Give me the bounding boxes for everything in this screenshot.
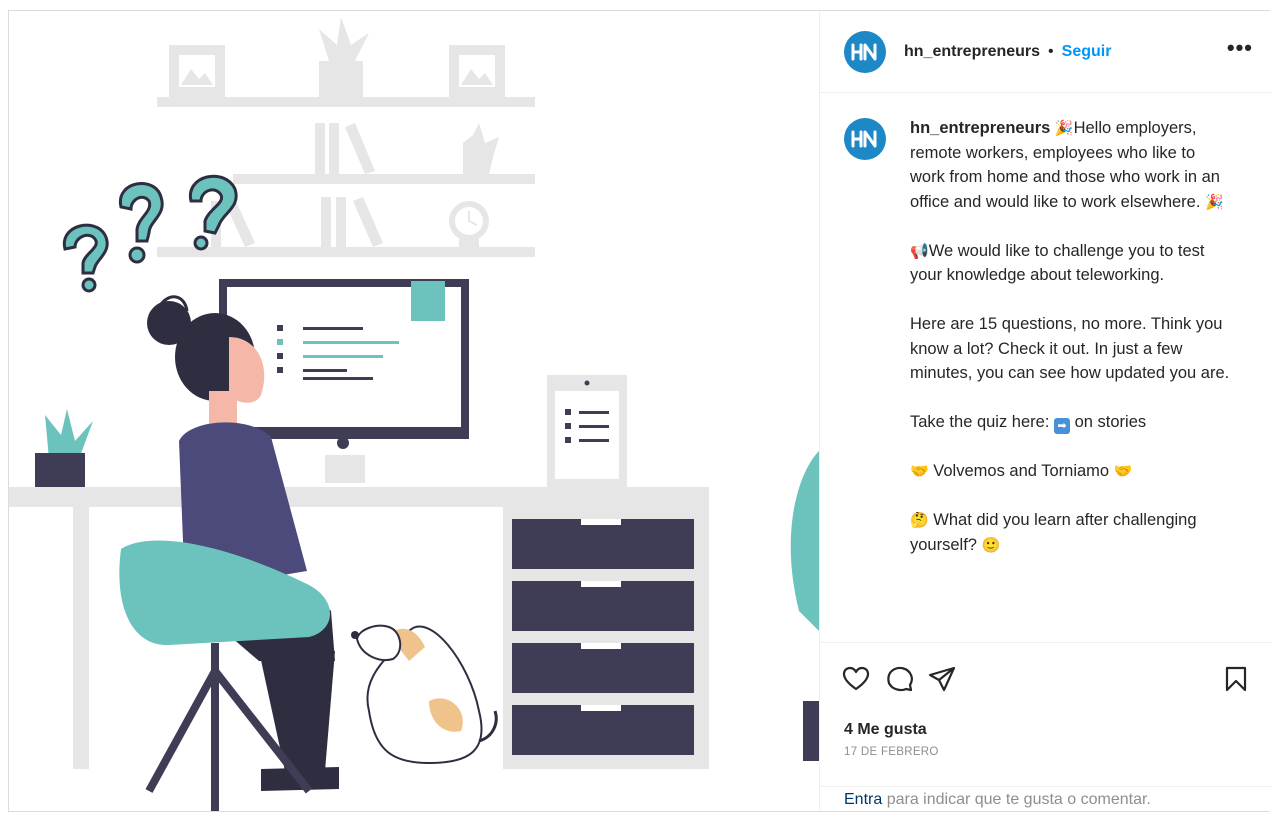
party-popper-icon: 🎉 [1054,120,1074,137]
potted-plant [35,409,93,487]
caption-line: We would like to challenge you to test y… [910,241,1205,285]
login-prompt: Entra para indicar que te gusta o coment… [820,786,1271,812]
caption-paragraph: 🤔 What did you learn after challenging y… [910,508,1230,557]
right-plant [790,451,819,631]
caption-line: Here are 15 questions, no more. Think yo… [910,315,1230,382]
caption-paragraph: hn_entrepreneurs 🎉Hello employers, remot… [910,116,1230,214]
hn-logo-icon [851,130,877,148]
caption-line: Volvemos and Torniamo [933,462,1110,480]
header-username[interactable]: hn_entrepreneurs [904,43,1040,61]
more-options-icon[interactable]: ••• [1227,36,1253,67]
caption-line: on stories [1074,413,1147,431]
login-link[interactable]: Entra [844,791,882,808]
megaphone-icon: 📢 [910,242,929,260]
instagram-post: hn_entrepreneurs • Seguir ••• hn_entrepr… [8,10,1271,812]
caption-username[interactable]: hn_entrepreneurs [910,119,1050,137]
avatar[interactable] [844,30,886,73]
login-prompt-text: para indicar que te gusta o comentar. [886,791,1151,808]
caption-paragraph: Take the quiz here: ➡ on stories [910,410,1230,435]
smile-icon: 🙂 [981,536,1001,554]
post-date: 17 DE FEBRERO [844,746,939,758]
comment-icon[interactable] [886,665,914,693]
caption-paragraph: Here are 15 questions, no more. Think yo… [910,312,1230,386]
post-image[interactable] [9,11,819,811]
remote-work-illustration [9,17,819,811]
action-bar [842,665,1250,695]
right-arrow-icon: ➡ [1054,418,1071,434]
caption-line: What did you learn after challenging you… [910,511,1197,554]
follow-button[interactable]: Seguir [1062,43,1112,61]
caption-paragraph: 🤝 Volvemos and Torniamo 🤝 [910,459,1230,484]
post-actions-section: 4 Me gusta 17 DE FEBRERO Entra para indi… [820,642,1271,811]
puppy [351,624,498,765]
caption-avatar[interactable] [844,118,886,160]
caption-line: Take the quiz here: [910,413,1050,431]
likes-count[interactable]: 4 Me gusta [844,721,927,739]
caption-paragraph: 📢We would like to challenge you to test … [910,239,1230,288]
handshake-icon: 🤝 [910,463,929,480]
caption-text: hn_entrepreneurs 🎉Hello employers, remot… [910,116,1230,642]
post-side-panel: hn_entrepreneurs • Seguir ••• hn_entrepr… [819,11,1271,811]
party-popper-icon: 🎉 [1205,193,1224,211]
hn-logo-icon [851,43,877,60]
bookmark-icon[interactable] [1222,665,1250,693]
paper-plane-icon[interactable] [928,665,956,693]
thinking-face-icon: 🤔 [910,512,929,529]
post-header: hn_entrepreneurs • Seguir ••• [820,11,1271,93]
separator-dot: • [1048,42,1054,60]
handshake-icon: 🤝 [1113,463,1133,480]
tablet-stand [547,375,627,487]
question-marks [62,174,238,293]
heart-icon[interactable] [842,665,870,693]
caption-scroll-area[interactable]: hn_entrepreneurs 🎉Hello employers, remot… [820,94,1271,642]
